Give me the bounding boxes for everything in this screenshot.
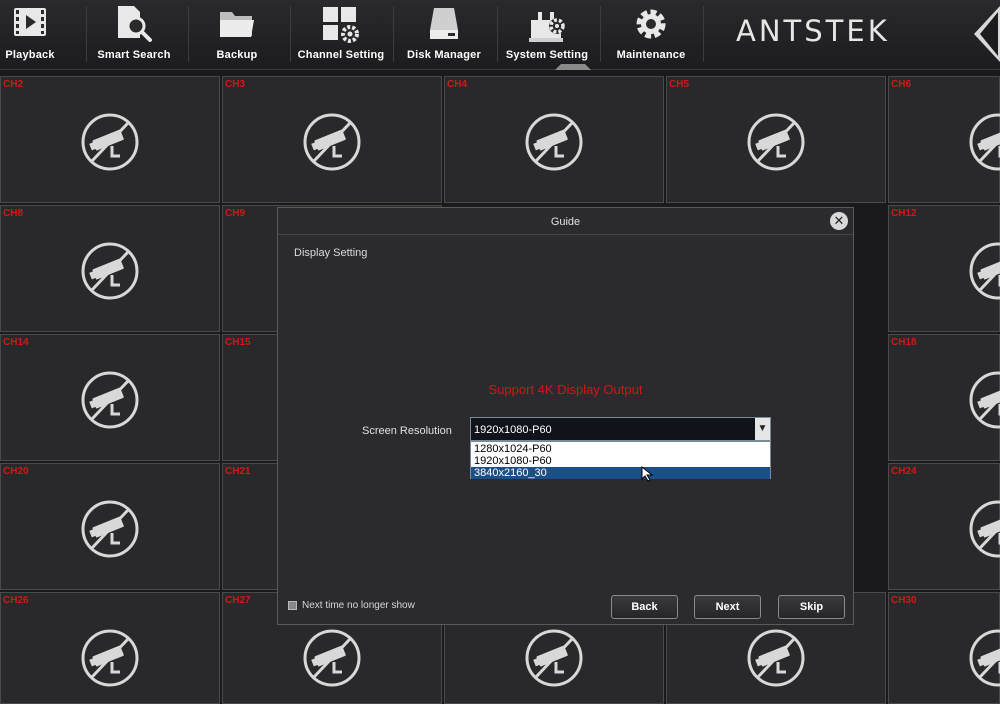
no-camera-icon [747,113,805,171]
screen-resolution-value: 1920x1080-P60 [474,424,552,436]
skip-button[interactable]: Skip [778,595,845,619]
no-camera-icon [969,629,1000,687]
dialog-title: Guide [550,216,581,228]
gear-icon [636,9,666,39]
no-camera-icon [525,629,583,687]
channel-label: CH3 [225,79,246,90]
channel-cell[interactable]: CH30 [888,592,1000,704]
no-camera-icon [81,500,139,558]
brand-logo: ANTSTEK [736,14,890,48]
no-longer-show-label: Next time no longer show [302,600,415,611]
screen-resolution-label: Screen Resolution [362,425,452,437]
channel-label: CH8 [3,208,24,219]
channel-label: CH24 [891,466,917,477]
no-camera-icon [81,371,139,429]
channel-label: CH2 [3,79,24,90]
folder-icon [220,12,254,37]
channel-cell[interactable]: CH12 [888,205,1000,332]
channel-label: CH21 [225,466,251,477]
channel-cell[interactable]: CH3 [222,76,442,203]
no-camera-icon [81,242,139,300]
channel-label: CH4 [447,79,468,90]
channel-label: CH5 [669,79,690,90]
no-camera-icon [525,113,583,171]
screen-resolution-select[interactable]: 1920x1080-P60 ▼ [470,417,771,441]
channel-label: CH20 [3,466,29,477]
channel-cell[interactable]: CH8 [0,205,220,332]
channel-cell[interactable]: CH5 [666,76,886,203]
resolution-option[interactable]: 1280x1024-P60 [471,443,770,455]
channel-label: CH30 [891,595,917,606]
channel-label: CH6 [891,79,912,90]
section-title: Display Setting [294,247,368,259]
disk-icon [430,8,458,39]
channel-label: CH27 [225,595,251,606]
channel-cell[interactable]: CH18 [888,334,1000,461]
channel-label: CH18 [891,337,917,348]
no-longer-show-checkbox[interactable] [288,601,297,610]
no-camera-icon [303,629,361,687]
no-camera-icon [969,500,1000,558]
toolbar-maintenance-label: Maintenance [616,49,686,61]
no-camera-icon [969,371,1000,429]
smart-search-icon [118,6,152,42]
system-setting-icon [529,12,565,42]
back-button[interactable]: Back [611,595,678,619]
no-camera-icon [969,113,1000,171]
channel-cell[interactable]: CH2 [0,76,220,203]
channel-cell[interactable]: CH4 [444,76,664,203]
channel-label: CH14 [3,337,29,348]
resolution-option[interactable]: 1920x1080-P60 [471,455,770,467]
toolbar-separator [703,6,704,62]
toolbar-handle-icon[interactable] [555,64,591,70]
channel-label: CH26 [3,595,29,606]
channel-cell[interactable]: CH26 [0,592,220,704]
no-camera-icon [303,113,361,171]
notice-text: Support 4K Display Output [488,382,643,397]
chevron-down-icon[interactable]: ▼ [755,418,770,440]
no-camera-icon [969,242,1000,300]
collapse-arrow-icon[interactable] [972,4,1000,64]
channel-cell[interactable]: CH24 [888,463,1000,590]
channel-label: CH9 [225,208,246,219]
channel-cell[interactable]: CH6 [888,76,1000,203]
no-camera-icon [747,629,805,687]
channel-setting-icon [323,7,359,43]
resolution-dropdown-list: 1280x1024-P60 1920x1080-P60 3840x2160_30 [470,441,771,479]
resolution-option-highlighted[interactable]: 3840x2160_30 [471,467,770,479]
guide-dialog: Guide ✕ Display Setting Support 4K Displ… [277,207,854,625]
toolbar-maintenance[interactable]: Maintenance [601,0,701,70]
no-camera-icon [81,629,139,687]
channel-label: CH15 [225,337,251,348]
channel-cell[interactable]: CH20 [0,463,220,590]
mouse-cursor-icon [641,466,654,482]
main-toolbar: Playback Smart Search Backup Channel Set… [0,0,1000,70]
channel-cell[interactable]: CH14 [0,334,220,461]
next-button[interactable]: Next [694,595,761,619]
close-icon[interactable]: ✕ [830,212,848,230]
channel-label: CH12 [891,208,917,219]
no-camera-icon [81,113,139,171]
dialog-header: Guide ✕ [278,208,853,235]
playback-film-icon [14,8,46,36]
